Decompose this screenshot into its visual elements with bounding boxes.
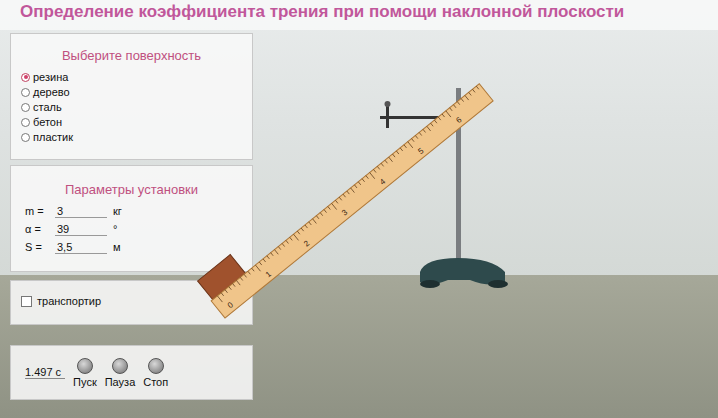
ruler-label: 1 [264, 269, 274, 279]
radio-icon[interactable] [21, 88, 30, 97]
ruler-label: 4 [378, 177, 388, 187]
radio-icon[interactable] [21, 118, 30, 127]
surface-option[interactable]: сталь [21, 101, 242, 113]
surface-panel: Выберите поверхность резина дерево сталь бет… [10, 33, 253, 160]
params-panel: Параметры установки m =3кг α =39° S =3,5м [10, 165, 253, 272]
control-button[interactable]: Стоп [143, 358, 168, 388]
param-row: S =3,5м [25, 241, 238, 254]
ruler-label: 3 [340, 208, 350, 218]
lab-window: Определение коэффициента трения при помо… [0, 0, 718, 418]
ruler-label: 6 [454, 115, 464, 125]
param-row: α =39° [25, 223, 238, 236]
surface-option[interactable]: резина [21, 71, 242, 83]
controls-panel: 1.497 с Пуск Пауза Стоп [10, 345, 253, 400]
knob-icon[interactable] [148, 358, 164, 374]
knob-icon[interactable] [112, 358, 128, 374]
wooden-block[interactable] [198, 255, 246, 300]
param-row: m =3кг [25, 205, 238, 218]
radio-icon[interactable] [21, 73, 30, 82]
panel-title: Параметры установки [25, 182, 238, 197]
param-field[interactable]: 3 [55, 205, 107, 218]
knob-icon[interactable] [77, 358, 93, 374]
surface-option[interactable]: дерево [21, 86, 242, 98]
ruler: 0 1 2 3 4 5 6 [196, 65, 493, 318]
timer: 1.497 с [25, 366, 65, 379]
protractor-checkbox[interactable]: транспортир [21, 295, 242, 307]
control-button[interactable]: Пуск [73, 358, 97, 388]
ruler-label: 2 [302, 238, 312, 248]
protractor-panel: транспортир [10, 280, 253, 325]
radio-icon[interactable] [21, 133, 30, 142]
panel-title: Выберите поверхность [21, 48, 242, 63]
ruler-label: 0 [226, 300, 236, 310]
ruler-label: 5 [416, 146, 426, 156]
title-bar: Определение коэффициента трения при помо… [0, 0, 718, 30]
param-field[interactable]: 3,5 [55, 241, 107, 254]
checkbox-icon[interactable] [21, 296, 32, 307]
setup-scene: 0 1 2 3 4 5 6 [0, 0, 718, 418]
surface-option[interactable]: бетон [21, 116, 242, 128]
control-button[interactable]: Пауза [105, 358, 136, 388]
stand [380, 88, 508, 288]
radio-icon[interactable] [21, 103, 30, 112]
left-column: Выберите поверхность резина дерево сталь бет… [10, 30, 253, 400]
surface-option[interactable]: пластик [21, 131, 242, 143]
param-field[interactable]: 39 [55, 223, 107, 236]
window-title: Определение коэффициента трения при помо… [20, 2, 624, 21]
